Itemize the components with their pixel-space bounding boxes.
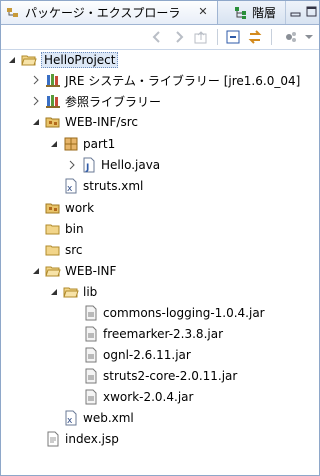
library-icon xyxy=(45,72,61,88)
tree-item-jar[interactable]: xwork-2.0.4.jar xyxy=(83,387,193,407)
filters-icon[interactable] xyxy=(283,29,299,45)
collapsed-twisty-icon[interactable] xyxy=(31,96,41,106)
toolbar-separator xyxy=(217,29,218,45)
tree-item-src[interactable]: src xyxy=(45,240,83,260)
tree-item-label: Hello.java xyxy=(101,158,161,172)
minimize-icon[interactable] xyxy=(289,6,303,18)
tree-item-jar[interactable]: commons-logging-1.0.4.jar xyxy=(83,303,265,323)
tab-package-explorer[interactable]: パッケージ・エクスプローラ xyxy=(1,1,218,24)
tree-item-hello-java[interactable]: J Hello.java xyxy=(67,155,160,175)
jar-file-icon xyxy=(83,326,99,342)
view-menu-icon[interactable] xyxy=(301,29,317,45)
tree-item-struts-xml[interactable]: x struts.xml xyxy=(63,176,143,196)
tree-item-index-jsp[interactable]: index.jsp xyxy=(45,429,119,449)
tree-item-jar[interactable]: struts2-core-2.0.11.jar xyxy=(83,366,237,386)
back-icon[interactable] xyxy=(149,29,165,45)
expanded-twisty-icon[interactable] xyxy=(7,55,17,65)
jar-file-icon xyxy=(83,347,99,363)
open-folder-icon xyxy=(63,284,79,300)
tree-item-bin[interactable]: bin xyxy=(45,219,84,239)
forward-icon[interactable] xyxy=(171,29,187,45)
tree-item-label: commons-logging-1.0.4.jar xyxy=(103,306,265,320)
tree-item-jar[interactable]: ognl-2.6.11.jar xyxy=(83,345,191,365)
tab-title: パッケージ・エクスプローラ xyxy=(25,6,181,20)
tree-item-webinf[interactable]: WEB-INF xyxy=(31,261,116,281)
tree-item-jar[interactable]: freemarker-2.3.8.jar xyxy=(83,324,223,344)
tree-item-label: lib xyxy=(83,285,98,299)
tree-item-package[interactable]: part1 xyxy=(49,134,115,154)
tree-item-lib[interactable]: lib xyxy=(49,282,97,302)
view-tab-bar: パッケージ・エクスプローラ ✕ 階層 xyxy=(1,1,319,25)
tree-item-referenced-libraries[interactable]: 参照ライブラリー xyxy=(31,91,161,111)
svg-text:J: J xyxy=(85,163,89,173)
xml-file-icon: x xyxy=(63,410,79,426)
java-file-icon: J xyxy=(81,157,97,173)
tree-item-label: struts2-core-2.0.11.jar xyxy=(103,369,238,383)
tree-item-label: web.xml xyxy=(83,411,134,425)
view-toolbar xyxy=(1,25,319,50)
close-icon[interactable]: ✕ xyxy=(197,6,209,18)
tree-item-label: WEB-INF/src xyxy=(65,115,138,129)
tree-item-label: index.jsp xyxy=(65,432,119,446)
project-folder-icon xyxy=(21,52,37,68)
tree-item-label: src xyxy=(65,243,83,257)
tree-item-label: ognl-2.6.11.jar xyxy=(103,348,191,362)
expanded-twisty-icon[interactable] xyxy=(31,266,41,276)
tree-item-web-xml[interactable]: x web.xml xyxy=(63,408,134,428)
source-folder-icon xyxy=(45,114,61,130)
tree-item-label: HelloProject xyxy=(41,52,119,68)
svg-text:x: x xyxy=(67,184,73,194)
toolbar-separator xyxy=(271,29,272,45)
expanded-twisty-icon[interactable] xyxy=(31,117,41,127)
folder-icon xyxy=(45,221,61,237)
library-icon xyxy=(45,93,61,109)
source-folder-icon xyxy=(45,200,61,216)
tree-item-work[interactable]: work xyxy=(45,198,94,218)
expanded-twisty-icon[interactable] xyxy=(49,287,59,297)
tree-item-label: 参照ライブラリー xyxy=(65,94,162,109)
tree-item-label: freemarker-2.3.8.jar xyxy=(103,327,224,341)
tab-title: 階層 xyxy=(252,6,277,20)
open-folder-icon xyxy=(45,263,61,279)
tree-item-label: bin xyxy=(65,222,84,236)
tree-item-label: JRE システム・ライブラリー [jre1.6.0_04] xyxy=(65,73,301,88)
tree-item-label: xwork-2.0.4.jar xyxy=(103,390,194,404)
jar-file-icon xyxy=(83,305,99,321)
svg-text:x: x xyxy=(67,416,73,426)
expanded-twisty-icon[interactable] xyxy=(49,139,59,149)
package-explorer-view: パッケージ・エクスプローラ ✕ 階層 HelloProject JRE システム… xyxy=(0,0,320,476)
up-icon[interactable] xyxy=(193,29,209,45)
xml-file-icon: x xyxy=(63,178,79,194)
tree-item-label: WEB-INF xyxy=(65,264,117,278)
package-explorer-icon xyxy=(6,6,20,20)
hierarchy-icon xyxy=(234,6,248,20)
link-with-editor-icon[interactable] xyxy=(247,29,263,45)
tree-item-webinf-src[interactable]: WEB-INF/src xyxy=(31,112,138,132)
package-icon xyxy=(63,136,79,152)
folder-icon xyxy=(45,242,61,258)
tree-item-jre[interactable]: JRE システム・ライブラリー [jre1.6.0_04] xyxy=(31,70,300,90)
collapse-all-icon[interactable] xyxy=(225,29,241,45)
tree-item-project[interactable]: HelloProject xyxy=(7,50,119,70)
tree-item-label: work xyxy=(65,201,95,215)
jar-file-icon xyxy=(83,389,99,405)
collapsed-twisty-icon[interactable] xyxy=(31,75,41,85)
jar-file-icon xyxy=(83,368,99,384)
jsp-file-icon xyxy=(45,431,61,447)
tree-item-label: struts.xml xyxy=(83,179,144,193)
tree-item-label: part1 xyxy=(83,137,116,151)
collapsed-twisty-icon[interactable] xyxy=(67,160,77,170)
tab-hierarchy[interactable]: 階層 xyxy=(229,1,286,24)
maximize-icon[interactable] xyxy=(305,6,319,18)
